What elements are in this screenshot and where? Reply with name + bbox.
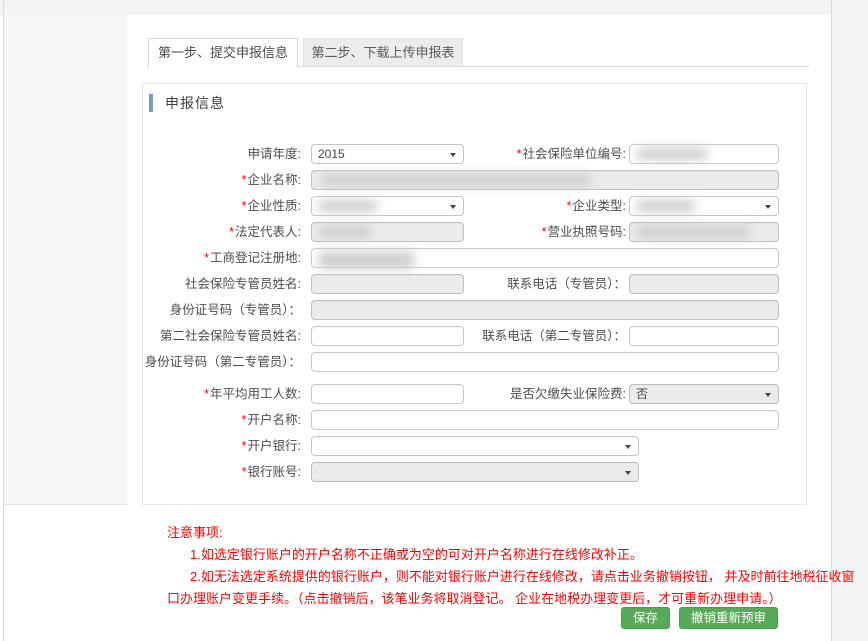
form-row: 社会保险专管员姓名: 联系电话（专管员）： — [143, 274, 808, 294]
redacted-value — [637, 148, 707, 160]
company-type-label: *企业类型: — [456, 196, 626, 216]
form-row: 身份证号码（专管员）： — [143, 300, 808, 320]
agent-id-number-label: 身份证号码（专管员）： — [143, 300, 301, 320]
redacted-value — [319, 200, 377, 212]
legal-representative-label: *法定代表人: — [143, 222, 301, 242]
dropdown-caret-icon — [625, 471, 631, 475]
form-row: *开户名称: — [143, 410, 808, 430]
registry-address-label: *工商登记注册地: — [143, 248, 301, 268]
tab-step1-submit-info[interactable]: 第一步、提交申报信息 — [148, 38, 298, 67]
company-name-input — [311, 170, 779, 190]
form-row: *企业性质: *企业类型: — [143, 196, 808, 216]
form-row: 第二社会保险专管员姓名: 联系电话（第二专管员）： — [143, 326, 808, 346]
notice-title: 注意事项: — [167, 522, 807, 544]
business-license-no-label: *营业执照号码: — [456, 222, 626, 242]
redacted-value — [319, 226, 371, 238]
accent-bar — [149, 94, 153, 112]
bank-label: *开户银行: — [143, 436, 301, 456]
social-insurance-no-label: *社会保险单位编号: — [456, 144, 626, 164]
second-agent-id-input[interactable] — [311, 352, 779, 372]
social-insurance-no-input[interactable] — [629, 144, 779, 164]
dropdown-caret-icon — [765, 393, 771, 397]
bank-account-label: *银行账号: — [143, 462, 301, 482]
insurance-agent-name-label: 社会保险专管员姓名: — [143, 274, 301, 294]
action-bar: 保存 撤销重新预审 — [127, 607, 778, 629]
page: 第一步、提交申报信息 第二步、下载上传申报表 申报信息 申请年度: 2015 *… — [0, 0, 868, 641]
account-name-label: *开户名称: — [143, 410, 301, 430]
company-name-label: *企业名称: — [143, 170, 301, 190]
company-nature-label: *企业性质: — [143, 196, 301, 216]
save-button[interactable]: 保存 — [621, 607, 670, 629]
redacted-value — [637, 200, 695, 212]
notice-section: 注意事项: 1.如选定银行账户的开户名称不正确或为空的可对开户名称进行在线修改补… — [167, 522, 807, 610]
registry-address-input[interactable] — [311, 248, 779, 268]
apply-year-select[interactable]: 2015 — [311, 144, 464, 164]
cancel-resubmit-button[interactable]: 撤销重新预审 — [679, 607, 778, 629]
dropdown-caret-icon — [765, 205, 771, 209]
second-agent-phone-label: 联系电话（第二专管员）： — [456, 326, 626, 346]
agent-id-number-input — [311, 300, 779, 320]
tab-step2-download-upload[interactable]: 第二步、下载上传申报表 — [303, 38, 463, 66]
avg-workers-input[interactable] — [311, 384, 464, 404]
right-gutter — [831, 0, 868, 641]
declaration-form: 申请年度: 2015 *社会保险单位编号: *企业名称: — [143, 144, 808, 488]
dropdown-caret-icon — [625, 445, 631, 449]
owe-insurance-select: 否 — [629, 384, 779, 404]
redacted-value — [637, 226, 749, 238]
agent-phone-input — [629, 274, 779, 294]
bank-account-select — [311, 462, 639, 482]
agent-phone-label: 联系电话（专管员）： — [456, 274, 626, 294]
form-row: *企业名称: — [143, 170, 808, 190]
second-agent-name-input[interactable] — [311, 326, 464, 346]
account-name-input[interactable] — [311, 410, 779, 430]
form-row: *年平均用工人数: 是否欠缴失业保险费: 否 — [143, 384, 808, 404]
bank-select[interactable] — [311, 436, 639, 456]
top-gutter — [0, 0, 868, 15]
business-license-no-input — [629, 222, 779, 242]
notice-line-2: 2.如无法选定系统提供的银行账户，则不能对银行账户进行在线修改，请点击业务撤销按… — [167, 566, 807, 588]
second-agent-id-label: 身份证号码（第二专管员）： — [143, 352, 301, 372]
form-row: 身份证号码（第二专管员）： — [143, 352, 808, 372]
main-content: 第一步、提交申报信息 第二步、下载上传申报表 申报信息 申请年度: 2015 *… — [127, 15, 831, 641]
second-agent-name-label: 第二社会保险专管员姓名: — [143, 326, 301, 346]
redacted-value — [319, 251, 414, 269]
avg-workers-label: *年平均用工人数: — [143, 384, 301, 404]
legal-representative-input — [311, 222, 464, 242]
panel-title: 申报信息 — [165, 93, 225, 113]
notice-line-1: 1.如选定银行账户的开户名称不正确或为空的可对开户名称进行在线修改补正。 — [167, 544, 807, 566]
insurance-agent-name-input — [311, 274, 464, 294]
form-row: 申请年度: 2015 *社会保险单位编号: — [143, 144, 808, 164]
left-gutter-panel — [4, 15, 127, 505]
apply-year-label: 申请年度: — [143, 144, 301, 164]
company-type-select[interactable] — [629, 196, 779, 216]
form-row: *银行账号: — [143, 462, 808, 482]
company-nature-select[interactable] — [311, 196, 464, 216]
form-row: *工商登记注册地: — [143, 248, 808, 268]
second-agent-phone-input[interactable] — [629, 326, 779, 346]
declaration-info-panel: 申报信息 申请年度: 2015 *社会保险单位编号: — [142, 83, 807, 505]
owe-insurance-label: 是否欠缴失业保险费: — [456, 384, 626, 404]
redacted-value — [321, 174, 591, 186]
panel-header: 申报信息 — [149, 93, 225, 113]
form-row: *法定代表人: *营业执照号码: — [143, 222, 808, 242]
form-row: *开户银行: — [143, 436, 808, 456]
